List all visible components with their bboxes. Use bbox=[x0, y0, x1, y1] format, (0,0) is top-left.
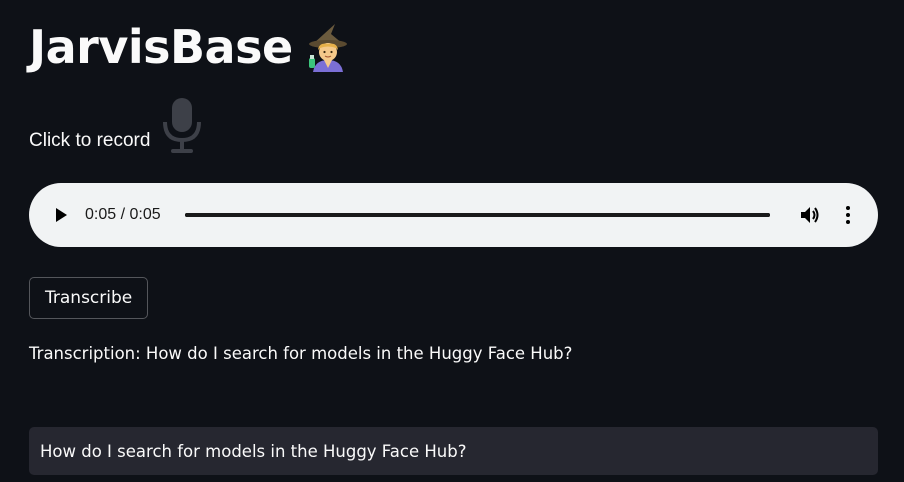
audio-progress-bar[interactable] bbox=[185, 213, 770, 217]
transcribe-button[interactable]: Transcribe bbox=[29, 277, 149, 319]
play-icon[interactable] bbox=[51, 205, 71, 225]
microphone-icon[interactable] bbox=[160, 96, 204, 156]
audio-player: 0:05 / 0:05 bbox=[29, 183, 878, 247]
audio-progress-fill bbox=[185, 213, 770, 217]
app-root: JarvisBase Click to record 0:05 / 0:05 T… bbox=[0, 0, 904, 482]
more-vertical-icon[interactable] bbox=[837, 204, 859, 226]
page-title: JarvisBase bbox=[29, 18, 351, 76]
transcription-text: Transcription: How do I search for model… bbox=[29, 344, 573, 363]
chat-input[interactable] bbox=[29, 427, 878, 475]
record-label: Click to record bbox=[29, 130, 151, 151]
volume-icon[interactable] bbox=[798, 204, 820, 226]
mage-icon bbox=[305, 22, 351, 72]
time-display: 0:05 / 0:05 bbox=[85, 206, 161, 223]
page-title-text: JarvisBase bbox=[29, 20, 293, 74]
audio-recorder: Click to record bbox=[29, 96, 204, 156]
